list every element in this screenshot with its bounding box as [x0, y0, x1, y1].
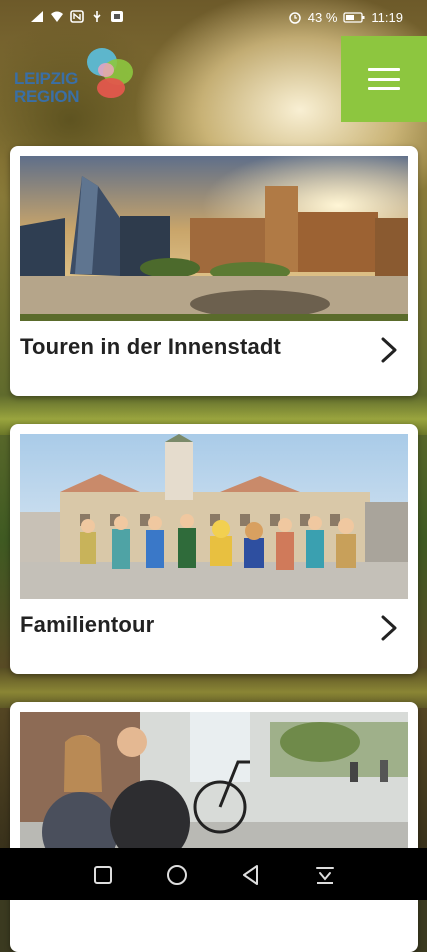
logo-text: LEIPZIG REGION — [14, 69, 80, 106]
city-square-photo — [20, 156, 408, 321]
status-left-icons — [30, 10, 124, 23]
hamburger-menu-icon — [368, 68, 400, 90]
logo-line1: LEIPZIG — [14, 69, 79, 88]
menu-button[interactable] — [341, 36, 427, 122]
card-title: Familientour — [20, 612, 155, 637]
card-third[interactable] — [10, 702, 418, 952]
chevron-right-icon[interactable] — [378, 614, 400, 642]
wifi-icon — [51, 11, 63, 22]
card-title: Touren in der Innenstadt — [20, 334, 282, 359]
system-nav-bar — [0, 848, 427, 900]
app-icon — [111, 11, 123, 22]
signal-icon — [31, 11, 43, 22]
status-bar: 43 % 11:19 — [0, 0, 427, 36]
card-familientour[interactable]: Familientour — [10, 424, 418, 674]
back-triangle-icon[interactable] — [238, 862, 264, 888]
chevron-right-icon[interactable] — [378, 336, 400, 364]
logo-line2: REGION — [14, 87, 80, 106]
leipzig-region-logo[interactable]: LEIPZIG REGION — [14, 44, 134, 114]
logo-mark-icon — [87, 48, 133, 98]
card-innenstadt[interactable]: Touren in der Innenstadt — [10, 146, 418, 396]
alarm-icon — [289, 12, 301, 24]
usb-icon — [93, 11, 101, 22]
status-right-icons: 43 % 11:19 — [288, 10, 403, 25]
recents-square-icon[interactable] — [90, 862, 116, 888]
battery-icon — [343, 12, 365, 23]
family-characters-photo — [20, 434, 408, 599]
clock: 11:19 — [371, 10, 403, 25]
battery-percent: 43 % — [307, 10, 338, 25]
nfc-icon — [70, 10, 84, 23]
notification-down-icon[interactable] — [312, 862, 338, 888]
home-circle-icon[interactable] — [164, 862, 190, 888]
